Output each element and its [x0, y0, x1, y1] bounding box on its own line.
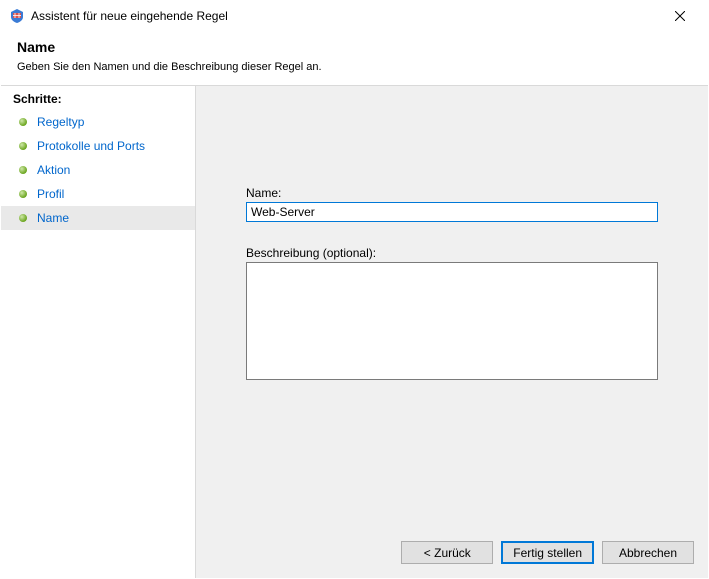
name-label: Name: [246, 186, 668, 200]
step-label: Regeltyp [37, 115, 84, 129]
step-aktion[interactable]: Aktion [1, 158, 195, 182]
bullet-icon [19, 142, 27, 150]
step-label: Profil [37, 187, 64, 201]
description-textarea[interactable] [246, 262, 658, 380]
page-title: Name [17, 39, 692, 55]
button-row: < Zurück Fertig stellen Abbrechen [401, 541, 694, 564]
main-panel: Name: Beschreibung (optional): < Zurück … [196, 86, 708, 578]
window-title: Assistent für neue eingehende Regel [31, 9, 660, 23]
steps-heading: Schritte: [1, 92, 195, 110]
cancel-button[interactable]: Abbrechen [602, 541, 694, 564]
step-label: Protokolle und Ports [37, 139, 145, 153]
wizard-header: Name Geben Sie den Namen und die Beschre… [1, 31, 708, 85]
step-protokolle[interactable]: Protokolle und Ports [1, 134, 195, 158]
step-profil[interactable]: Profil [1, 182, 195, 206]
wizard-window: Assistent für neue eingehende Regel Name… [0, 0, 709, 579]
back-button[interactable]: < Zurück [401, 541, 493, 564]
page-subtitle: Geben Sie den Namen und die Beschreibung… [17, 61, 692, 73]
step-name[interactable]: Name [1, 206, 195, 230]
close-button[interactable] [660, 5, 700, 27]
wizard-body: Schritte: Regeltyp Protokolle und Ports … [1, 85, 708, 578]
steps-sidebar: Schritte: Regeltyp Protokolle und Ports … [1, 86, 196, 578]
step-label: Name [37, 211, 69, 225]
finish-button[interactable]: Fertig stellen [501, 541, 594, 564]
bullet-icon [19, 166, 27, 174]
titlebar: Assistent für neue eingehende Regel [1, 1, 708, 31]
firewall-icon [9, 8, 25, 24]
bullet-icon [19, 118, 27, 126]
form-area: Name: Beschreibung (optional): [196, 86, 708, 383]
bullet-icon [19, 214, 27, 222]
step-label: Aktion [37, 163, 70, 177]
close-icon [675, 11, 685, 21]
step-regeltyp[interactable]: Regeltyp [1, 110, 195, 134]
bullet-icon [19, 190, 27, 198]
name-input[interactable] [246, 202, 658, 222]
description-label: Beschreibung (optional): [246, 246, 668, 260]
